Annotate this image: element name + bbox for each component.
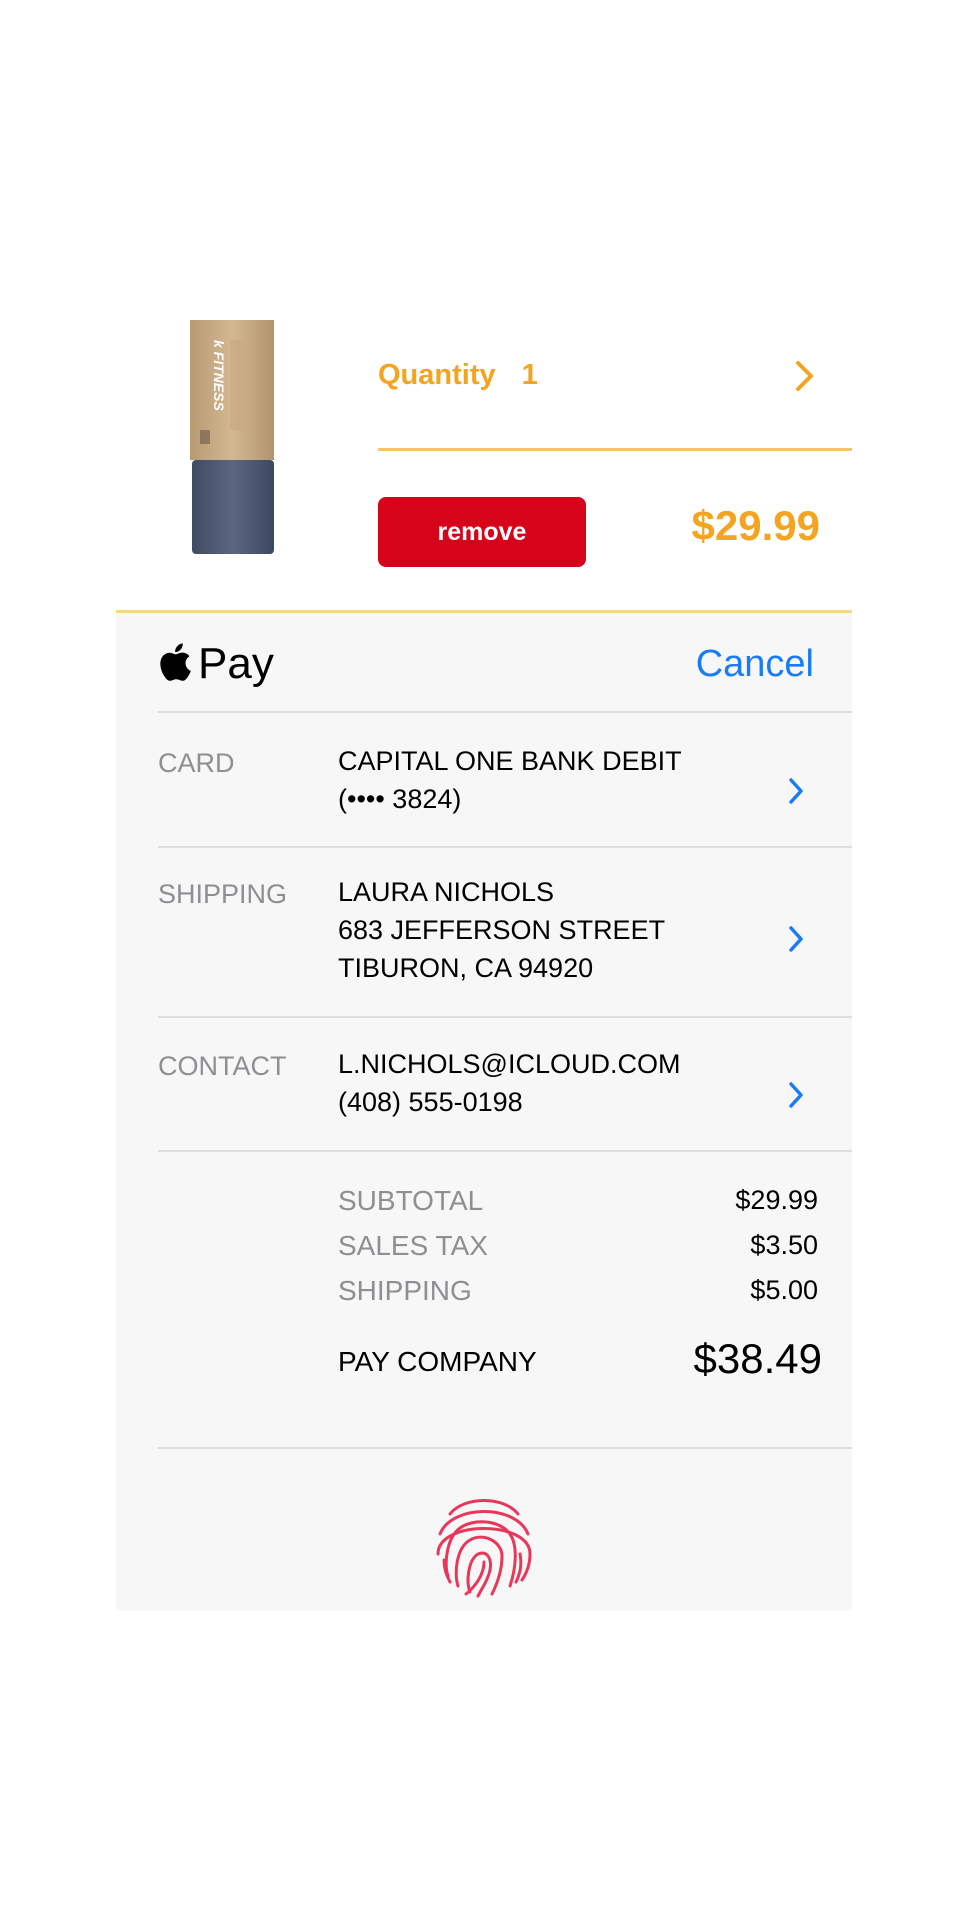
- card-label: CARD: [158, 748, 235, 778]
- product-price: $29.99: [691, 502, 820, 549]
- quantity-divider: [378, 448, 852, 451]
- chevron-right-icon: [789, 1082, 803, 1108]
- divider: [158, 1016, 852, 1018]
- divider: [158, 846, 852, 848]
- chevron-right-icon: [789, 926, 803, 952]
- pay-sheet-header: Pay Cancel: [158, 613, 852, 711]
- total-label: PAY COMPANY: [338, 1346, 537, 1377]
- quantity-selector[interactable]: Quantity 1: [378, 345, 852, 405]
- shipping-label: SHIPPING: [158, 879, 288, 909]
- sales-tax-label: SALES TAX: [338, 1230, 488, 1261]
- card-name: CAPITAL ONE BANK DEBIT: [338, 746, 682, 776]
- sales-tax-value: $3.50: [750, 1230, 818, 1260]
- shipping-cost-label: SHIPPING: [338, 1275, 472, 1306]
- shipping-cost-value: $5.00: [750, 1275, 818, 1305]
- shipping-name: LAURA NICHOLS: [338, 877, 555, 907]
- total-value: $38.49: [693, 1335, 822, 1382]
- shipping-city: TIBURON, CA 94920: [338, 953, 594, 983]
- contact-phone: (408) 555-0198: [338, 1087, 523, 1117]
- apple-pay-wordmark: Pay: [198, 639, 274, 688]
- shipping-address: LAURA NICHOLS 683 JEFFERSON STREET TIBUR…: [338, 873, 665, 987]
- apple-logo-icon: [160, 643, 191, 681]
- quantity-label: Quantity: [378, 358, 496, 391]
- subtotal-label: SUBTOTAL: [338, 1185, 484, 1216]
- cancel-button[interactable]: Cancel: [696, 643, 814, 686]
- subtotal-value: $29.99: [735, 1185, 818, 1215]
- divider: [158, 1150, 852, 1152]
- remove-button[interactable]: remove: [378, 497, 586, 567]
- chevron-right-icon: [796, 361, 813, 391]
- apple-pay-sheet: Pay Cancel CARD CAPITAL ONE BANK DEBIT (…: [116, 613, 852, 1611]
- fingerprint-icon[interactable]: [430, 1490, 538, 1600]
- contact-label: CONTACT: [158, 1051, 287, 1081]
- contact-email: L.NICHOLS@ICLOUD.COM: [338, 1049, 681, 1079]
- product-image: k FITNESS: [190, 320, 274, 554]
- quantity-value: 1: [521, 358, 538, 391]
- shipping-street: 683 JEFFERSON STREET: [338, 915, 666, 945]
- chevron-right-icon: [789, 778, 803, 804]
- card-number: (•••• 3824): [338, 784, 462, 814]
- contact-info: L.NICHOLS@ICLOUD.COM (408) 555-0198: [338, 1045, 680, 1121]
- divider: [158, 1447, 852, 1449]
- divider: [158, 711, 852, 713]
- card-value: CAPITAL ONE BANK DEBIT (•••• 3824): [338, 742, 682, 818]
- svg-text:k FITNESS: k FITNESS: [211, 340, 227, 411]
